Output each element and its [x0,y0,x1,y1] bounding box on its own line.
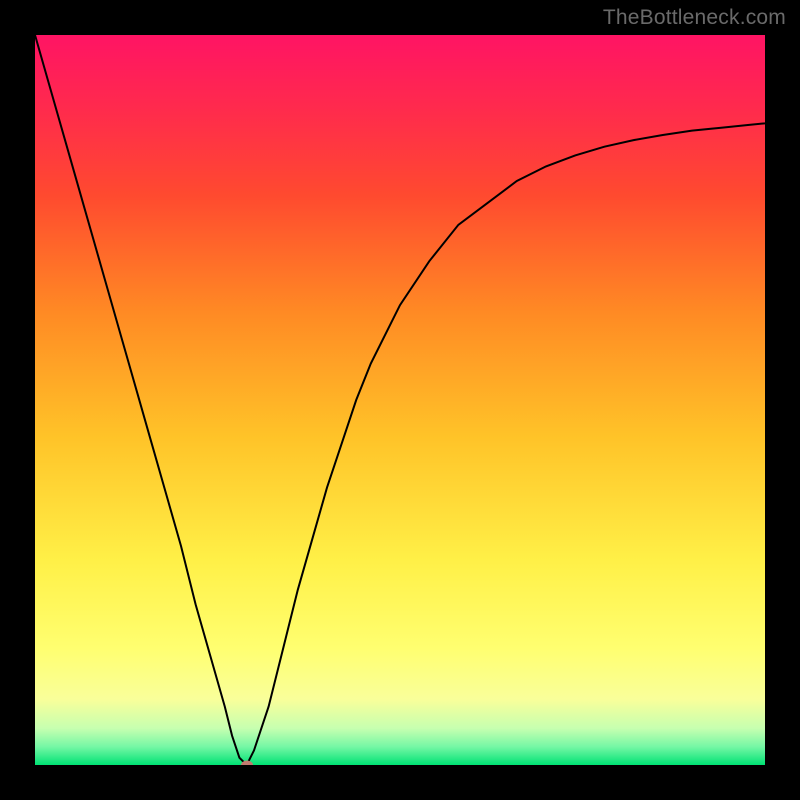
watermark: TheBottleneck.com [603,6,786,30]
minimum-marker [241,761,253,766]
chart-container: TheBottleneck.com [0,0,800,800]
background-gradient [35,35,765,765]
plot-area [35,35,765,765]
